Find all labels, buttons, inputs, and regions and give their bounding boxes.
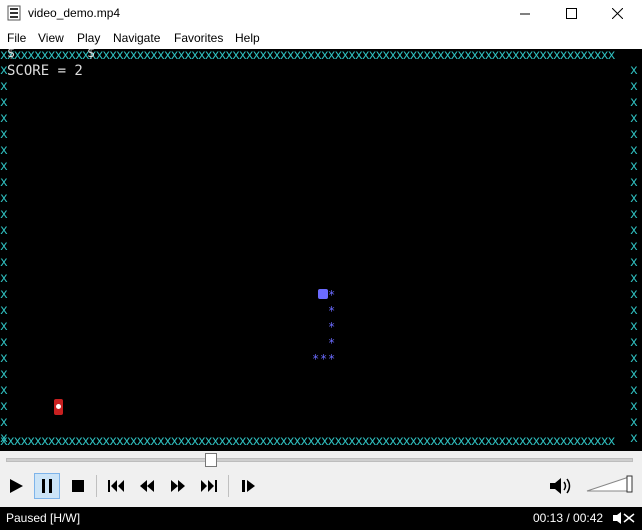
snake-segment: * bbox=[328, 336, 336, 350]
playback-controls bbox=[0, 451, 642, 507]
frame-step-icon bbox=[242, 480, 255, 492]
previous-button[interactable] bbox=[103, 473, 129, 499]
snake-segment: * bbox=[328, 320, 336, 334]
game-border-right: x x x x x x x x x x x x x x x x x x x x … bbox=[630, 63, 638, 446]
menu-view[interactable]: View bbox=[38, 31, 64, 45]
next-button[interactable] bbox=[196, 473, 222, 499]
close-button[interactable] bbox=[594, 0, 640, 27]
skip-forward-icon bbox=[201, 480, 217, 492]
snake-segment: * bbox=[328, 288, 336, 302]
snake-segment: * bbox=[320, 352, 328, 366]
stop-icon bbox=[72, 480, 84, 492]
rewind-button[interactable] bbox=[134, 473, 160, 499]
mute-button[interactable] bbox=[548, 473, 574, 499]
food-item bbox=[54, 399, 63, 415]
maximize-icon bbox=[565, 8, 577, 19]
play-icon bbox=[10, 479, 23, 493]
skip-back-icon bbox=[108, 480, 124, 492]
separator bbox=[96, 475, 97, 497]
video-area[interactable]: xxxxxxxxxxxxxxxxxxxxxxxxxxxxxxxxxxxxxxxx… bbox=[0, 49, 642, 451]
title-bar: video_demo.mp4 bbox=[0, 0, 642, 27]
seek-thumb[interactable] bbox=[205, 453, 217, 467]
rewind-icon bbox=[140, 480, 154, 492]
menu-help[interactable]: Help bbox=[235, 31, 260, 45]
snake-segment: * bbox=[328, 352, 336, 366]
play-button[interactable] bbox=[3, 473, 29, 499]
minimize-button[interactable] bbox=[502, 0, 548, 27]
audio-stream-icon bbox=[613, 512, 635, 524]
marker-left: $ bbox=[7, 49, 15, 61]
minimize-icon bbox=[519, 13, 530, 15]
separator bbox=[228, 475, 229, 497]
status-bar: Paused [H/W] 00:13 / 00:42 bbox=[0, 507, 642, 530]
maximize-button[interactable] bbox=[548, 0, 594, 27]
pause-icon bbox=[42, 479, 52, 493]
seek-bar[interactable] bbox=[6, 458, 633, 462]
pause-button[interactable] bbox=[34, 473, 60, 499]
snake-segment: * bbox=[328, 304, 336, 318]
game-border-bottom: xxxxxxxxxxxxxxxxxxxxxxxxxxxxxxxxxxxxxxxx… bbox=[0, 434, 615, 449]
snake-head bbox=[318, 289, 328, 299]
playback-status: Paused [H/W] bbox=[6, 511, 81, 525]
menu-favorites[interactable]: Favorites bbox=[174, 31, 223, 45]
menu-file[interactable]: File bbox=[7, 31, 26, 45]
fast-forward-icon bbox=[171, 480, 185, 492]
game-border-left: x x x x x x x x x x x x x x x x x x x x … bbox=[0, 63, 8, 446]
close-icon bbox=[611, 8, 623, 19]
window-title: video_demo.mp4 bbox=[28, 6, 121, 20]
frame-step-button[interactable] bbox=[236, 473, 262, 499]
speaker-icon bbox=[550, 478, 571, 494]
score-text: SCORE = 2 bbox=[7, 63, 83, 79]
stop-button[interactable] bbox=[65, 473, 91, 499]
fast-forward-button[interactable] bbox=[165, 473, 191, 499]
menu-play[interactable]: Play bbox=[77, 31, 100, 45]
volume-slider[interactable] bbox=[585, 475, 633, 493]
media-player-icon bbox=[7, 5, 21, 21]
menu-navigate[interactable]: Navigate bbox=[113, 31, 160, 45]
time-display: 00:13 / 00:42 bbox=[533, 511, 604, 525]
menu-bar: File View Play Navigate Favorites Help bbox=[0, 27, 642, 49]
marker-right: $ bbox=[87, 49, 95, 61]
snake-segment: * bbox=[312, 352, 320, 366]
